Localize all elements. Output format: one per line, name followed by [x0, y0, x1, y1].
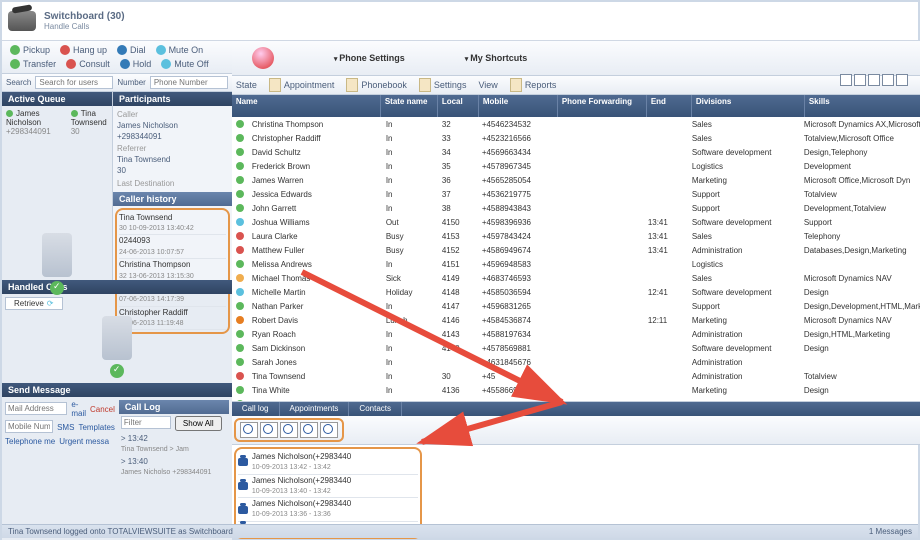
- table-row[interactable]: Sam DickinsonIn4140+4578569881Software d…: [232, 341, 920, 355]
- call-log-list: > 13:42Tina Townsend > Jam> 13:40James N…: [121, 433, 227, 479]
- state-menu[interactable]: State: [236, 80, 257, 90]
- table-row[interactable]: John GarrettIn38+4588943843SupportDevelo…: [232, 201, 920, 215]
- search-bar: Search Number: [2, 74, 232, 92]
- participants-panel: Caller James Nicholson +298344091 Referr…: [113, 106, 232, 192]
- table-row[interactable]: Joshua WilliamsOut4150+459839693613:41So…: [232, 215, 920, 229]
- phone-large-icon-2: [102, 316, 132, 360]
- phone-settings-dropdown[interactable]: Phone Settings: [334, 53, 405, 63]
- table-row[interactable]: Frederick BrownIn35+4578967345LogisticsD…: [232, 159, 920, 173]
- tab-contacts[interactable]: Contacts: [349, 402, 402, 416]
- calllog-filter-buttons[interactable]: [234, 418, 344, 442]
- mail-input[interactable]: [5, 402, 67, 415]
- table-row[interactable]: Michael ThomasSick4149+4683746593SalesMi…: [232, 271, 920, 285]
- active-queue-header: Active Queue: [2, 92, 112, 106]
- table-row[interactable]: Tina WhiteIn4136+4558669681MarketingDesi…: [232, 383, 920, 397]
- number-input[interactable]: [150, 76, 228, 89]
- bottom-tabs: Call log Appointments Contacts: [232, 402, 920, 416]
- urgent-link[interactable]: Urgent messa: [59, 437, 109, 446]
- search-label: Search: [6, 78, 31, 87]
- retrieve-button[interactable]: Retrieve ⟳: [5, 297, 63, 310]
- appointment-menu[interactable]: Appointment: [269, 78, 335, 92]
- handled-calls-header: Handled Calls: [2, 280, 232, 294]
- view-menu[interactable]: View: [478, 80, 497, 90]
- muteoff-button[interactable]: Mute Off: [157, 58, 212, 70]
- table-row[interactable]: David SchultzIn34+4569663434Software dev…: [232, 145, 920, 159]
- email-link[interactable]: e-mail: [71, 400, 86, 418]
- app-subtitle: Handle Calls: [44, 22, 125, 31]
- table-row[interactable]: Christopher RaddiffIn33+4523216566SalesT…: [232, 131, 920, 145]
- avatar-icon: [252, 47, 274, 69]
- settings-menu[interactable]: Settings: [419, 78, 467, 92]
- table-row[interactable]: Jessica EdwardsIn37+4536219775SupportTot…: [232, 187, 920, 201]
- templates-link[interactable]: Templates: [78, 423, 114, 432]
- muteon-button[interactable]: Mute On: [152, 44, 208, 56]
- check-icon: [50, 281, 64, 295]
- active-queue: James Nicholson+298344091Tina Townsend30: [2, 106, 112, 139]
- table-row[interactable]: Tina TownsendIn30+45AdministrationTotalv…: [232, 369, 920, 383]
- sms-link[interactable]: SMS: [57, 423, 74, 432]
- grid-body[interactable]: Christina ThompsonIn32+4546234532SalesMi…: [232, 117, 920, 401]
- table-row[interactable]: Melissa AndrewsIn4151+4596948583Logistic…: [232, 257, 920, 271]
- table-row[interactable]: James WarrenIn36+4565285054MarketingMicr…: [232, 173, 920, 187]
- phonebook-menu[interactable]: Phonebook: [346, 78, 407, 92]
- number-label: Number: [117, 78, 145, 87]
- showall-button[interactable]: Show All: [175, 416, 222, 431]
- view-mode-icons[interactable]: [840, 74, 908, 86]
- right-toolbar: State Appointment Phonebook Settings Vie…: [232, 76, 920, 95]
- table-row[interactable]: Matthew FullerBusy4152+458694967413:41Ad…: [232, 243, 920, 257]
- cancel-link[interactable]: Cancel: [90, 405, 115, 414]
- send-message-header: Send Message: [2, 383, 232, 397]
- table-row[interactable]: Michelle MartinHoliday4148+458503659412:…: [232, 285, 920, 299]
- app-title: Switchboard (30): [44, 11, 125, 22]
- table-row[interactable]: Laura ClarkeBusy4153+459784342413:41Sale…: [232, 229, 920, 243]
- phone-large-icon: [42, 233, 72, 277]
- check-icon-2: [110, 364, 124, 378]
- tab-calllog[interactable]: Call log: [232, 402, 280, 416]
- reports-menu[interactable]: Reports: [510, 78, 557, 92]
- phone-icon: [8, 11, 36, 31]
- pickup-button[interactable]: Pickup: [6, 44, 54, 56]
- hangup-button[interactable]: Hang up: [56, 44, 111, 56]
- participants-header: Participants: [113, 92, 232, 106]
- shortcuts-dropdown[interactable]: My Shortcuts: [465, 53, 527, 63]
- table-row[interactable]: Christina ThompsonIn32+4546234532SalesMi…: [232, 117, 920, 131]
- transfer-button[interactable]: Transfer: [6, 58, 60, 70]
- table-row[interactable]: Sarah JonesIn+4631845676AdministrationIn: [232, 355, 920, 369]
- call-toolbar: Pickup Hang up Dial Mute On Transfer Con…: [2, 41, 232, 74]
- title-bar: Switchboard (30) Handle Calls: [2, 2, 918, 41]
- right-header: Phone Settings My Shortcuts: [232, 41, 920, 76]
- table-row[interactable]: Ryan RoachIn4143+4588197634Administratio…: [232, 327, 920, 341]
- search-input[interactable]: [35, 76, 113, 89]
- table-row[interactable]: Nathan ParkerIn4147+4596831265SupportDes…: [232, 299, 920, 313]
- table-row[interactable]: Robert DavisLunch4146+458453687412:11Mar…: [232, 313, 920, 327]
- tab-appointments[interactable]: Appointments: [280, 402, 350, 416]
- consult-button[interactable]: Consult: [62, 58, 114, 70]
- hold-button[interactable]: Hold: [116, 58, 156, 70]
- telephone-me-link[interactable]: Telephone me: [5, 437, 55, 446]
- caller-history-header: Caller history: [113, 192, 232, 206]
- mobile-input[interactable]: [5, 420, 53, 433]
- filter-input[interactable]: [121, 416, 171, 429]
- status-bar: Tina Townsend logged onto TOTALVIEWSUITE…: [2, 524, 918, 538]
- call-log-header: Call Log: [119, 400, 229, 414]
- dial-button[interactable]: Dial: [113, 44, 150, 56]
- grid-header: Name State name Local Mobile Phone Forwa…: [232, 95, 920, 117]
